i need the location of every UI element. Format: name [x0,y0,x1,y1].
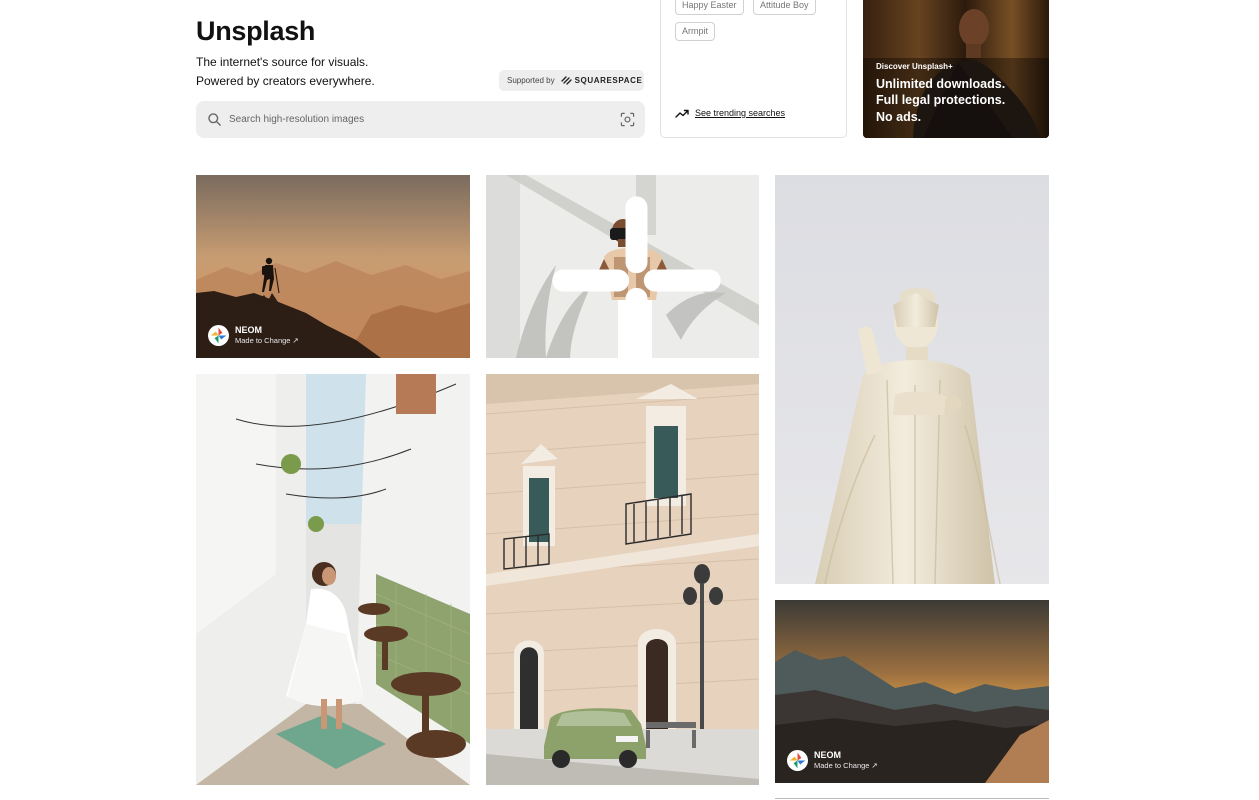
credit-name: NEOM [814,750,841,760]
promo-line: Full legal protections. [876,93,1006,107]
photo-credit[interactable]: NEOM Made to Change ↗ [787,750,878,771]
photo-white-buddha-statue[interactable] [775,175,1049,584]
neom-logo-icon [788,751,807,770]
tagline-line-2: Powered by creators everywhere. [196,74,375,88]
next-photo-edge [775,798,1049,799]
trending-arrow-icon [675,109,689,118]
trending-tag[interactable]: Armpit [675,22,716,41]
unsplash-plus-icon [552,196,721,358]
photo-hiker-desert-mountains[interactable]: NEOM Made to Change ↗ [196,175,470,358]
search-bar[interactable] [196,101,645,138]
credit-subtitle: Made to Change ↗ [235,336,299,345]
unsplash-plus-promo[interactable]: Discover Unsplash+ Unlimited downloads. … [863,0,1049,138]
trending-tag[interactable]: Happy Easter [675,0,744,15]
squarespace-icon [560,76,572,85]
trending-card: Happy Easter Attitude Boy Armpit See tre… [660,0,847,138]
avatar [208,325,229,346]
promo-eyebrow: Discover Unsplash+ [876,62,953,71]
trending-tag[interactable]: Attitude Boy [753,0,816,15]
photo-image [775,175,1049,584]
credit-subtitle: Made to Change ↗ [814,761,878,770]
sponsor-label: Supported by [507,76,555,85]
credit-name: NEOM [235,325,262,335]
search-icon[interactable] [207,112,222,127]
photo-image [196,374,470,785]
see-trending-label: See trending searches [695,108,786,118]
visual-search-icon[interactable] [620,112,635,127]
page-title: Unsplash [196,16,316,46]
squarespace-logo: SQUARESPACE [560,76,643,85]
promo-line: No ads. [876,110,922,124]
avatar [787,750,808,771]
hero: Unsplash [196,14,645,48]
photo-vr-headset-man[interactable] [486,175,759,358]
tagline-line-1: The internet's source for visuals. [196,55,369,69]
sponsor-badge[interactable]: Supported by SQUARESPACE [499,70,644,91]
promo-line: Unlimited downloads. [876,77,1006,91]
neom-logo-icon [209,326,228,345]
photo-image [486,374,759,785]
photo-mountain-sunset[interactable]: NEOM Made to Change ↗ [775,600,1049,783]
photo-old-building-green-car[interactable] [486,374,759,785]
photo-credit[interactable]: NEOM Made to Change ↗ [208,325,299,346]
see-trending-link[interactable]: See trending searches [675,108,785,118]
photo-woman-white-alley[interactable] [196,374,470,785]
search-input[interactable] [229,109,599,130]
sponsor-name: SQUARESPACE [574,76,643,85]
